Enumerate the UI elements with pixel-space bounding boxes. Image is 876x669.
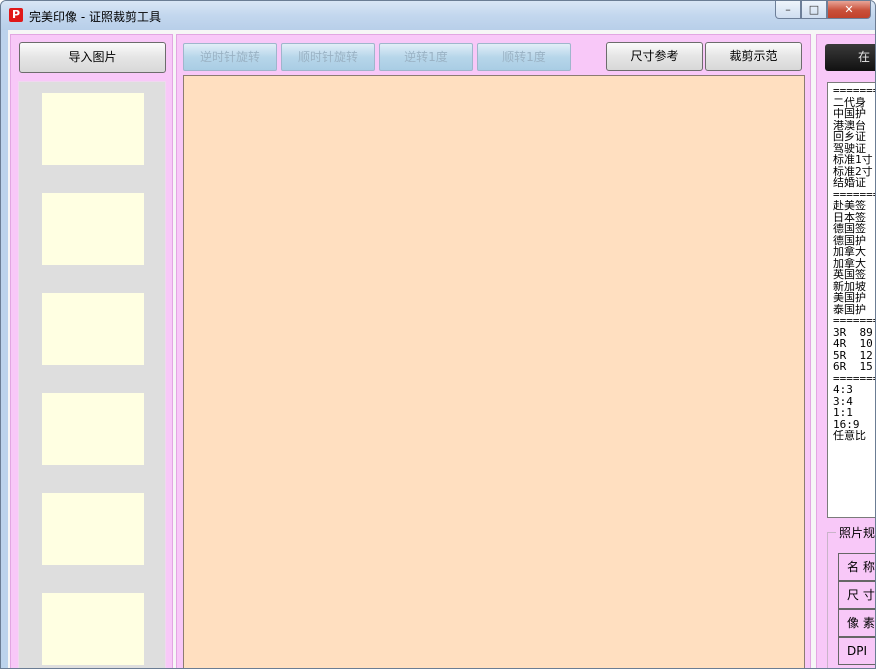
spec-list-item[interactable]: 4R 10 [833, 338, 875, 350]
photo-spec-group-title: 照片规 [836, 524, 875, 541]
spec-list-item[interactable]: 泰国护 [833, 304, 875, 316]
spec-list-item[interactable]: 16:9 [833, 419, 875, 431]
spec-list-item[interactable]: 新加坡 [833, 281, 875, 293]
spec-size-field: 尺 寸 [838, 581, 875, 609]
import-image-button[interactable]: 导入图片 [19, 42, 166, 73]
app-window: P 完美印像 - 证照裁剪工具 – □ ✕ 导入图片 逆时针旋转 顺时针旋转 逆… [0, 0, 876, 669]
spec-list-item[interactable]: ========= [833, 189, 875, 201]
editor-panel: 逆时针旋转 顺时针旋转 逆转1度 顺转1度 尺寸参考 裁剪示范 [176, 34, 811, 668]
rotate-ccw-button[interactable]: 逆时针旋转 [183, 43, 277, 71]
title-bar[interactable]: P 完美印像 - 证照裁剪工具 – □ ✕ [1, 1, 875, 30]
spec-list-item[interactable]: ========= [833, 85, 875, 97]
spec-list-item[interactable]: 6R 15 [833, 361, 875, 373]
window-controls: – □ ✕ [775, 1, 871, 21]
online-button[interactable]: 在 [825, 44, 875, 71]
thumbnail-slot[interactable] [42, 393, 144, 465]
spec-list-item[interactable]: 中国护 [833, 108, 875, 120]
thumbnail-slot[interactable] [42, 493, 144, 565]
spec-list-item[interactable]: ========= [833, 373, 875, 385]
spec-list-item[interactable]: 德国签 [833, 223, 875, 235]
rotate-cw-1deg-button[interactable]: 顺转1度 [477, 43, 571, 71]
rotate-cw-button[interactable]: 顺时针旋转 [281, 43, 375, 71]
spec-list-item[interactable]: 标准1寸 [833, 154, 875, 166]
maximize-button[interactable]: □ [801, 1, 827, 19]
size-reference-button[interactable]: 尺寸参考 [606, 42, 703, 71]
photo-spec-group: 照片规 名 称 尺 寸 像 素 DPI [827, 524, 875, 668]
crop-demo-button[interactable]: 裁剪示范 [705, 42, 802, 71]
spec-list-item[interactable]: 二代身 [833, 97, 875, 109]
thumbnail-strip[interactable] [18, 81, 166, 668]
image-canvas[interactable] [183, 75, 805, 668]
spec-list-item[interactable]: 赴美签 [833, 200, 875, 212]
thumbnail-slot[interactable] [42, 593, 144, 665]
spec-list-item[interactable]: 德国护 [833, 235, 875, 247]
spec-list-item[interactable]: 结婚证 [833, 177, 875, 189]
spec-pixel-field: 像 素 [838, 609, 875, 637]
thumbnail-slot[interactable] [42, 93, 144, 165]
spec-name-field: 名 称 [838, 553, 875, 581]
client-area: 导入图片 逆时针旋转 顺时针旋转 逆转1度 顺转1度 尺寸参考 裁剪示范 在 =… [8, 30, 875, 668]
app-logo-icon: P [9, 8, 23, 22]
spec-list-item[interactable]: 美国护 [833, 292, 875, 304]
spec-list-item[interactable]: 回乡证 [833, 131, 875, 143]
spec-dpi-field: DPI [838, 637, 875, 665]
spec-list-item[interactable]: 4:3 [833, 384, 875, 396]
spec-panel: 在 =========二代身中国护港澳台回乡证驾驶证标准1寸标准2寸结婚证===… [816, 34, 875, 668]
spec-list-item[interactable]: 驾驶证 [833, 143, 875, 155]
image-list-panel: 导入图片 [10, 34, 173, 668]
spec-list-item[interactable]: 加拿大 [833, 246, 875, 258]
spec-list-item[interactable]: 港澳台 [833, 120, 875, 132]
photo-spec-list[interactable]: =========二代身中国护港澳台回乡证驾驶证标准1寸标准2寸结婚证=====… [827, 82, 875, 518]
spec-list-item[interactable]: 加拿大 [833, 258, 875, 270]
rotate-ccw-1deg-button[interactable]: 逆转1度 [379, 43, 473, 71]
minimize-button[interactable]: – [775, 1, 801, 19]
spec-list-item[interactable]: 3:4 [833, 396, 875, 408]
spec-list-item[interactable]: 日本签 [833, 212, 875, 224]
close-button[interactable]: ✕ [827, 1, 871, 19]
spec-list-item[interactable]: 英国签 [833, 269, 875, 281]
spec-list-item[interactable]: 1:1 [833, 407, 875, 419]
spec-list-item[interactable]: ========= [833, 315, 875, 327]
window-title: 完美印像 - 证照裁剪工具 [29, 10, 161, 24]
thumbnail-slot[interactable] [42, 293, 144, 365]
spec-list-item[interactable]: 标准2寸 [833, 166, 875, 178]
thumbnail-slot[interactable] [42, 193, 144, 265]
spec-list-item[interactable]: 3R 89 [833, 327, 875, 339]
spec-list-item[interactable]: 任意比 [833, 430, 875, 442]
spec-list-item[interactable]: 5R 12 [833, 350, 875, 362]
